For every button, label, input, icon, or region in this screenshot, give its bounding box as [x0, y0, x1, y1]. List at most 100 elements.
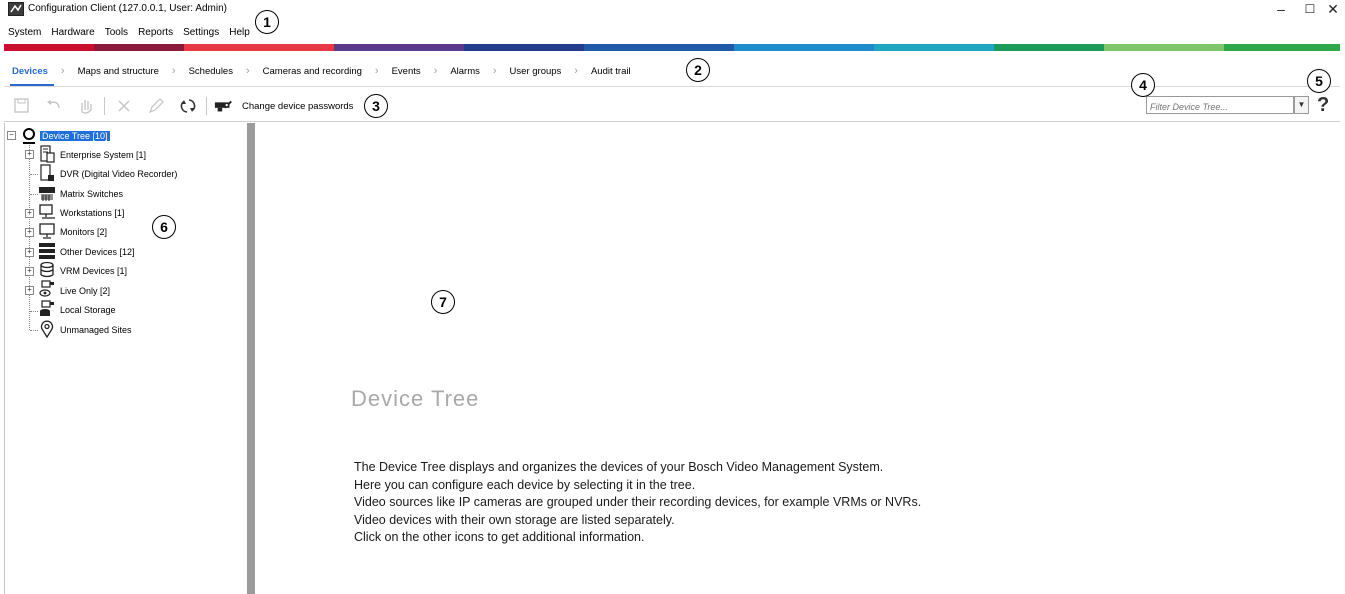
chevron-right-icon: ›	[492, 65, 497, 77]
tree-node-workstations[interactable]: Workstations [1]	[60, 205, 124, 221]
toolbar-divider	[206, 97, 207, 115]
toolbar-divider	[104, 97, 105, 115]
strip-segment	[1224, 44, 1340, 51]
callout-3: 3	[364, 94, 388, 118]
strip-segment	[184, 44, 334, 51]
matrix-switch-icon	[39, 187, 55, 201]
callout-5: 5	[1307, 69, 1331, 93]
tree-node-label: Device Tree [10]	[40, 131, 110, 141]
chevron-down-icon[interactable]: ▼	[1294, 96, 1309, 114]
minimize-button[interactable]: –	[1266, 0, 1296, 20]
expand-toggle-icon[interactable]: +	[25, 228, 34, 237]
strip-segment	[584, 44, 734, 51]
chevron-right-icon: ›	[171, 65, 176, 77]
callout-4: 4	[1131, 73, 1155, 97]
content-description: The Device Tree displays and organizes t…	[354, 459, 921, 547]
strip-segment	[334, 44, 464, 51]
tab-schedules[interactable]: Schedules	[189, 66, 233, 77]
strip-segment	[734, 44, 874, 51]
strip-segment	[94, 44, 184, 51]
description-line: The Device Tree displays and organizes t…	[354, 460, 884, 474]
filter-device-tree-input[interactable]	[1147, 100, 1293, 114]
callout-6: 6	[152, 215, 176, 239]
other-devices-icon	[39, 243, 55, 259]
tree-node-enterprise-system[interactable]: Enterprise System [1]	[60, 147, 146, 163]
tree-connector	[29, 145, 30, 330]
tree-node-live-only[interactable]: Live Only [2]	[60, 283, 110, 299]
workstation-icon	[39, 204, 55, 219]
change-password-icon[interactable]	[214, 96, 234, 116]
description-line: Video devices with their own storage are…	[354, 512, 675, 527]
tree-node-dvr[interactable]: DVR (Digital Video Recorder)	[60, 166, 177, 182]
tree-node-device-tree[interactable]: Device Tree [10]	[40, 128, 110, 144]
monitor-icon	[39, 223, 55, 239]
unmanaged-sites-icon	[40, 320, 54, 338]
title-bar: Configuration Client (127.0.0.1, User: A…	[0, 0, 1345, 20]
callout-7: 7	[431, 290, 455, 314]
tree-node-monitors[interactable]: Monitors [2]	[60, 224, 107, 240]
app-logo-icon	[8, 2, 24, 16]
strip-segment	[994, 44, 1104, 51]
hand-icon[interactable]	[76, 96, 96, 116]
strip-segment	[1104, 44, 1224, 51]
tab-user-groups[interactable]: User groups	[510, 66, 562, 77]
pane-splitter[interactable]	[247, 123, 255, 594]
dvr-icon	[40, 164, 54, 181]
tree-connector	[30, 194, 38, 195]
undo-icon[interactable]	[44, 96, 64, 116]
tree-connector	[30, 330, 38, 331]
edit-icon[interactable]	[146, 96, 166, 116]
change-device-passwords-button[interactable]: Change device passwords	[242, 101, 353, 112]
strip-segment	[464, 44, 584, 51]
local-storage-icon	[40, 300, 54, 316]
tree-node-matrix-switches[interactable]: Matrix Switches	[60, 186, 123, 202]
tree-connector	[30, 174, 38, 175]
menu-bar: System Hardware Tools Reports Settings Help	[8, 27, 260, 38]
content-heading: Device Tree	[351, 386, 480, 411]
description-line: Here you can configure each device by se…	[354, 477, 696, 492]
tab-audit-trail[interactable]: Audit trail	[591, 66, 631, 77]
menu-tools[interactable]: Tools	[105, 27, 128, 38]
menu-reports[interactable]: Reports	[138, 27, 173, 38]
tab-maps-and-structure[interactable]: Maps and structure	[78, 66, 159, 77]
tab-devices[interactable]: Devices	[12, 66, 48, 77]
main-tabs: Devices › Maps and structure › Schedules…	[12, 65, 631, 77]
menu-help[interactable]: Help	[229, 27, 250, 38]
menu-hardware[interactable]: Hardware	[51, 27, 94, 38]
filter-field[interactable]	[1146, 96, 1294, 114]
tab-alarms[interactable]: Alarms	[450, 66, 480, 77]
tree-node-other-devices[interactable]: Other Devices [12]	[60, 244, 135, 260]
divider	[4, 121, 1340, 122]
brand-color-strip	[4, 44, 1340, 51]
expand-toggle-icon[interactable]: +	[25, 286, 34, 295]
chevron-right-icon: ›	[433, 65, 438, 77]
description-line: Video sources like IP cameras are groupe…	[354, 495, 922, 509]
strip-segment	[4, 44, 94, 51]
help-icon[interactable]: ?	[1317, 94, 1329, 117]
tree-node-vrm-devices[interactable]: VRM Devices [1]	[60, 263, 127, 279]
tree-connector	[30, 311, 38, 312]
expand-toggle-icon[interactable]: +	[25, 267, 34, 276]
callout-1: 1	[255, 10, 279, 34]
expand-toggle-icon[interactable]: +	[25, 150, 34, 159]
chevron-right-icon: ›	[245, 65, 250, 77]
refresh-icon[interactable]	[178, 96, 198, 116]
menu-settings[interactable]: Settings	[183, 27, 219, 38]
strip-segment	[874, 44, 994, 51]
expand-toggle-icon[interactable]: +	[25, 209, 34, 218]
live-only-icon	[39, 280, 54, 297]
tab-cameras-and-recording[interactable]: Cameras and recording	[263, 66, 362, 77]
delete-icon[interactable]	[114, 96, 134, 116]
close-button[interactable]: ✕	[1318, 0, 1345, 20]
tree-node-unmanaged-sites[interactable]: Unmanaged Sites	[60, 322, 132, 338]
callout-2: 2	[686, 58, 710, 82]
tab-events[interactable]: Events	[392, 66, 421, 77]
menu-system[interactable]: System	[8, 27, 41, 38]
device-tree-icon	[23, 128, 35, 144]
expand-toggle-icon[interactable]: +	[25, 248, 34, 257]
save-icon[interactable]	[12, 96, 32, 116]
chevron-right-icon: ›	[374, 65, 379, 77]
chevron-right-icon: ›	[60, 65, 65, 77]
collapse-toggle-icon[interactable]: −	[7, 131, 16, 140]
tree-node-local-storage[interactable]: Local Storage	[60, 302, 116, 318]
